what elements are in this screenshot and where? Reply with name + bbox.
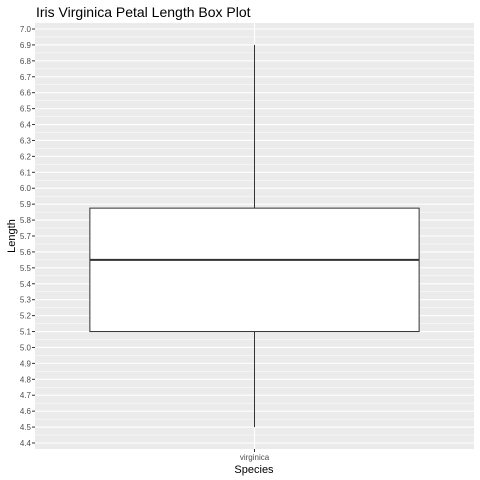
y-tick-label: 4.8 (20, 375, 32, 384)
x-axis-title: Species (234, 464, 274, 476)
y-tick-label: 4.6 (20, 407, 32, 416)
iqr-box (89, 207, 420, 333)
chart: Iris Virginica Petal Length Box Plot 4.4… (6, 4, 474, 476)
y-tick-label: 5.7 (20, 232, 32, 241)
y-axis: 4.4 4.5 4.6 4.7 4.8 4.9 5.0 5.1 5.2 5.3 5.4 5.5 5.6 5… (20, 25, 35, 448)
y-tick-label: 6.2 (20, 152, 32, 161)
y-tick-label: 7.0 (20, 25, 32, 34)
y-tick-label: 5.4 (20, 280, 32, 289)
y-axis-title: Length (6, 219, 18, 253)
y-tick-label: 6.4 (20, 121, 32, 130)
y-tick-label: 4.7 (20, 391, 32, 400)
y-tick-label: 5.1 (20, 328, 32, 337)
y-tick-label: 4.9 (20, 359, 32, 368)
y-tick-label: 5.0 (20, 343, 32, 352)
y-tick-label: 6.3 (20, 136, 32, 145)
y-tick-label: 4.5 (20, 423, 32, 432)
x-tick-label: virginica (240, 453, 270, 462)
chart-title: Iris Virginica Petal Length Box Plot (36, 4, 251, 20)
y-tick-label: 5.3 (20, 296, 32, 305)
y-tick-label: 5.5 (20, 264, 32, 273)
y-tick-label: 6.7 (20, 73, 32, 82)
y-tick-label: 5.6 (20, 248, 32, 257)
y-tick-label: 6.5 (20, 105, 32, 114)
y-tick-label: 6.6 (20, 89, 32, 98)
x-axis: virginica (240, 449, 270, 462)
y-tick-label: 5.2 (20, 312, 32, 321)
y-tick-label: 5.8 (20, 216, 32, 225)
y-tick-label: 6.8 (20, 57, 32, 66)
y-tick-label: 6.1 (20, 168, 32, 177)
y-tick-label: 5.9 (20, 200, 32, 209)
y-tick-label: 6.0 (20, 184, 32, 193)
y-tick-label: 4.4 (20, 439, 32, 448)
y-tick-label: 6.9 (20, 41, 32, 50)
